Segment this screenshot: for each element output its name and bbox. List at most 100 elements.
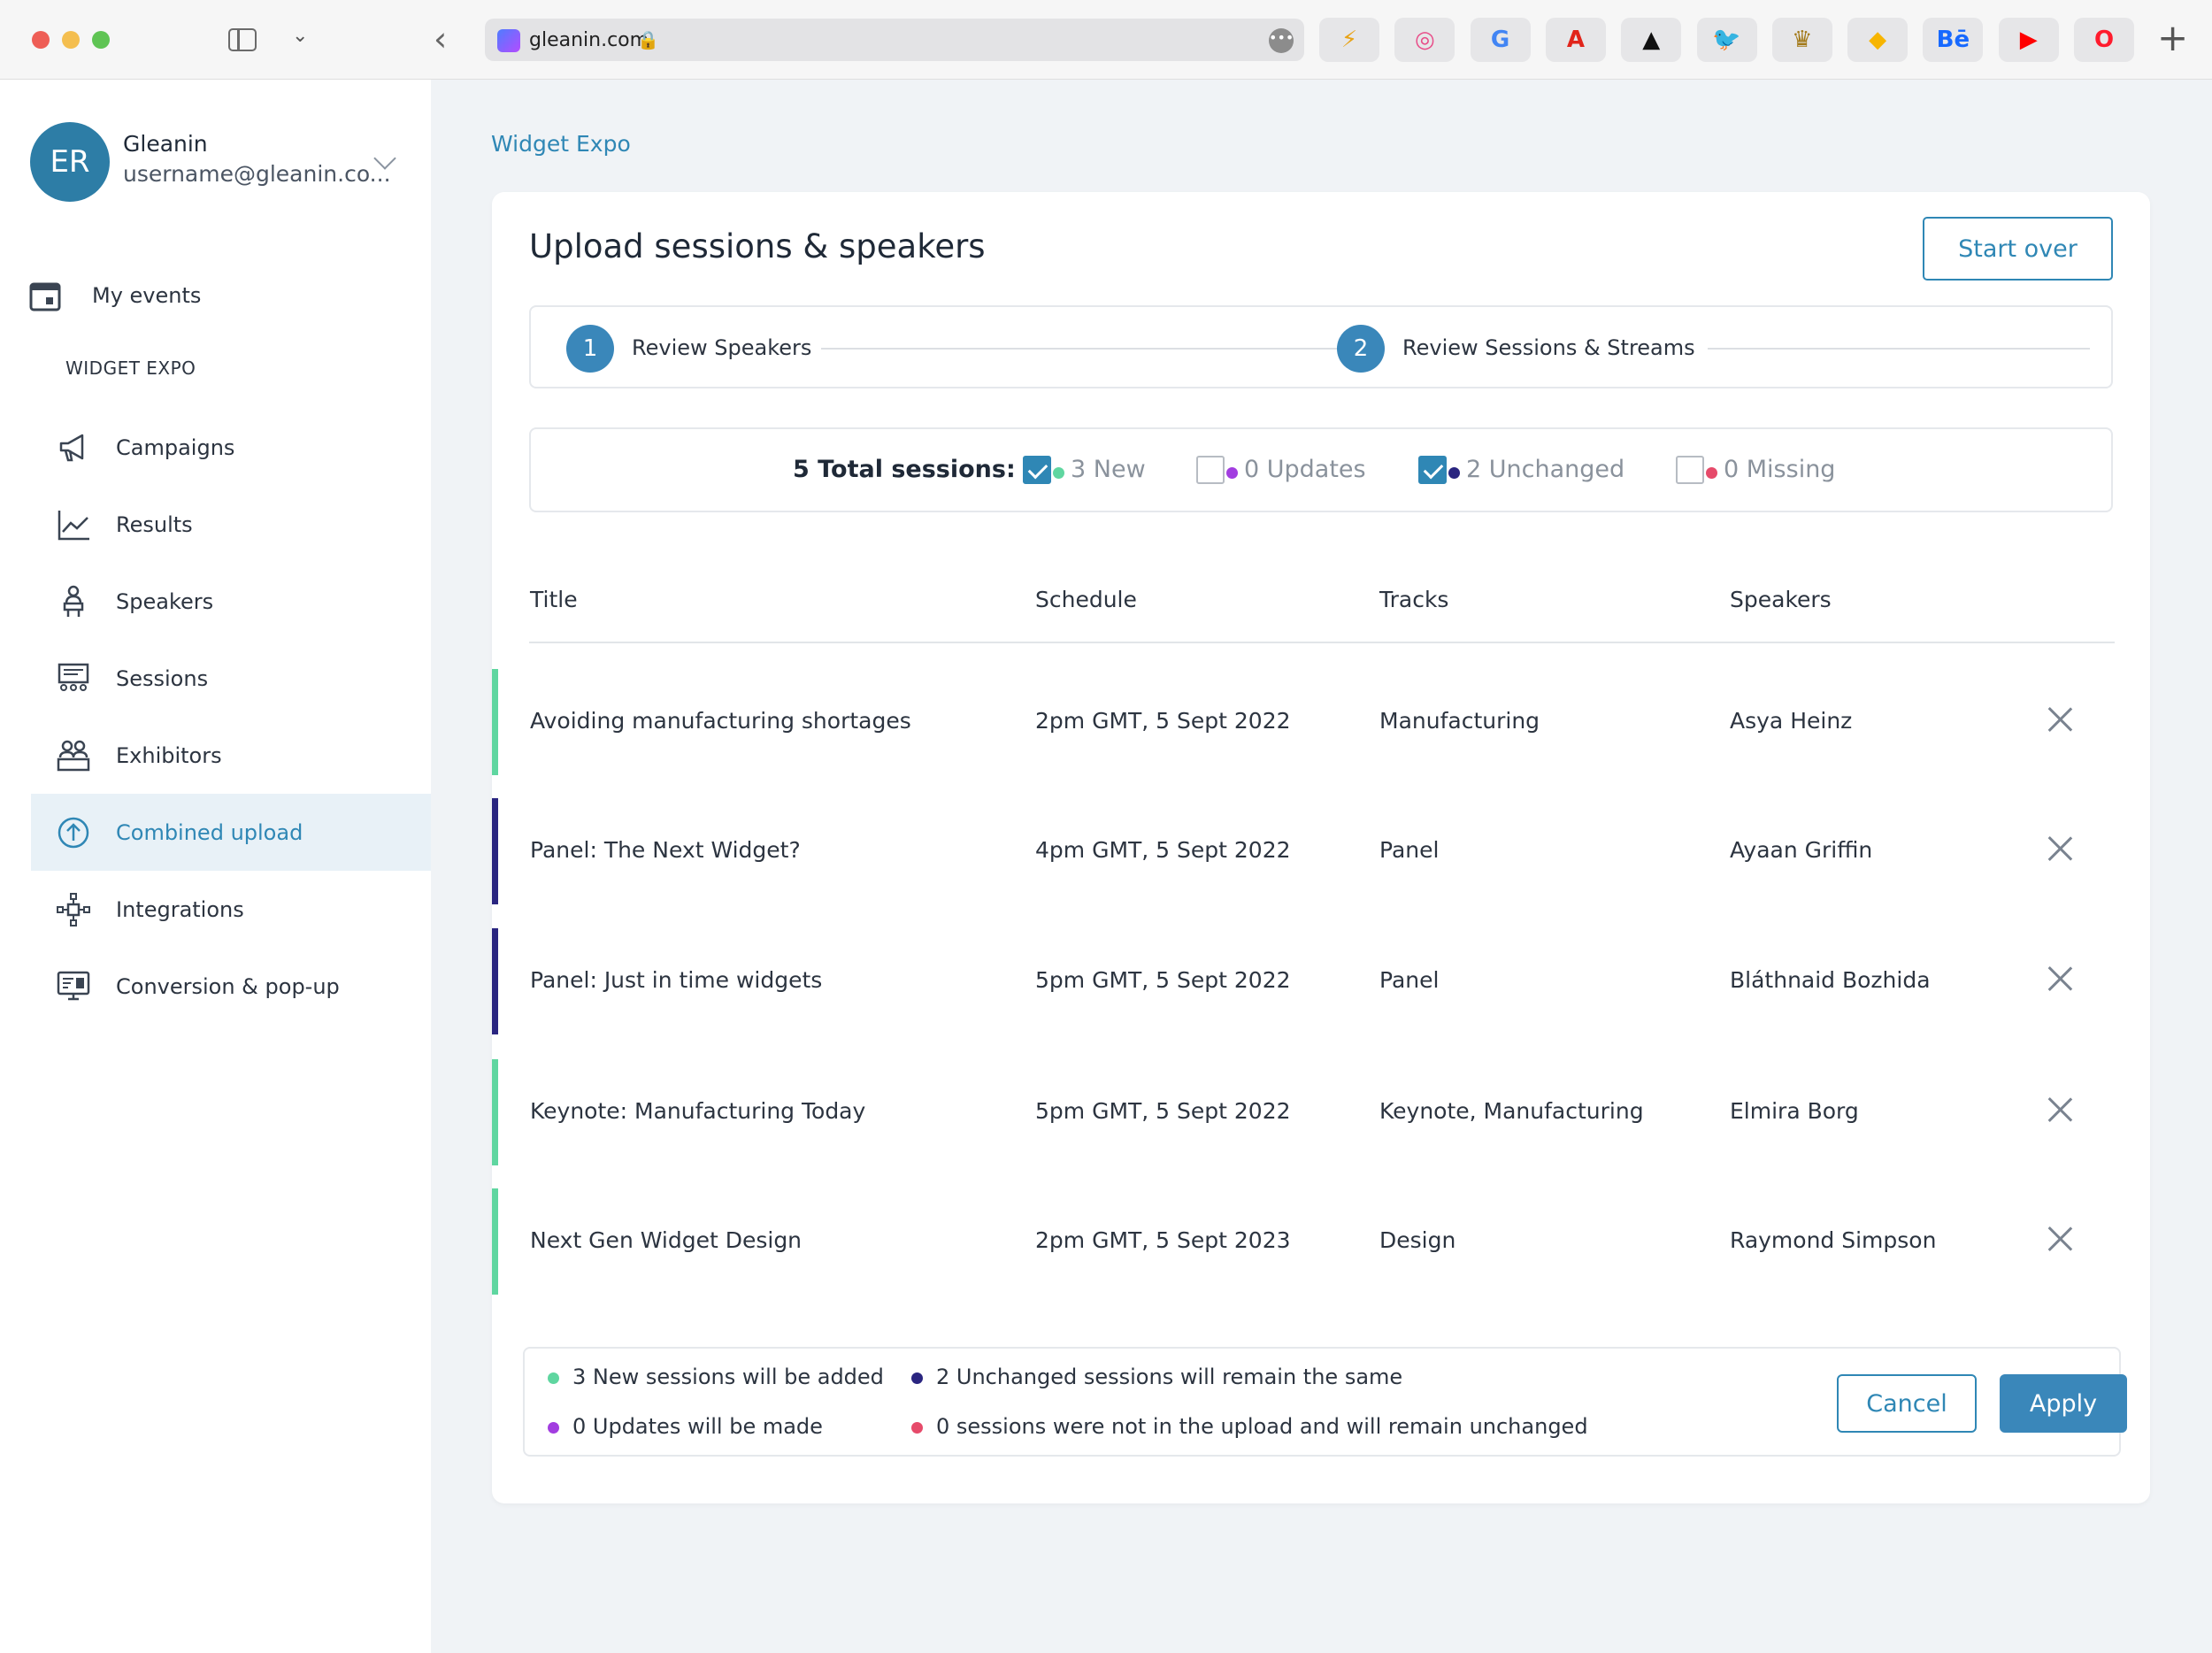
step-2-number: 2 [1337,325,1385,373]
sidebar-item-label: Results [116,511,193,537]
more-options-icon[interactable]: ••• [1269,28,1294,53]
table-row: Keynote: Manufacturing Today 5pm GMT, 5 S… [492,1059,2150,1165]
stepper: 1 Review Speakers 2 Review Sessions & St… [529,305,2113,388]
row-status-bar [492,1188,498,1295]
nav-my-events[interactable]: My events [28,278,201,313]
site-favicon-icon [497,29,520,52]
sidebar-item-speakers[interactable]: Speakers [31,563,431,640]
session-schedule: 2pm GMT, 5 Sept 2023 [1035,1227,1291,1253]
close-window-button[interactable] [32,31,50,49]
filter-missing-label[interactable]: 0 Missing [1724,456,1835,483]
sidebar-item-label: Combined upload [116,819,303,845]
sidebar-item-label: Conversion & pop-up [116,973,340,999]
speaker-icon [56,584,91,619]
breadcrumb[interactable]: Widget Expo [491,131,631,157]
chevron-down-icon[interactable]: ⌄ [292,25,308,47]
filter-missing-checkbox[interactable] [1676,456,1704,484]
chart-line-icon [56,507,91,542]
org-email: username@gleanin.co... [123,161,391,187]
summary-panel: 3 New sessions will be added 0 Updates w… [523,1347,2127,1457]
sidebar-item-exhibitors[interactable]: Exhibitors [31,717,431,794]
session-tracks: Manufacturing [1379,708,1540,734]
start-over-button[interactable]: Start over [1923,217,2113,281]
session-schedule: 5pm GMT, 5 Sept 2022 [1035,967,1291,993]
session-tracks: Panel [1379,967,1440,993]
remove-row-close-icon[interactable] [2046,705,2074,734]
google-icon[interactable]: G [1470,18,1531,62]
filter-new-checkbox[interactable] [1023,456,1051,484]
new-tab-plus-icon[interactable]: + [2157,16,2188,59]
crown-icon[interactable]: ♛ [1771,18,1832,62]
my-events-label: My events [92,283,202,308]
upload-icon [56,815,91,850]
filter-updates-label[interactable]: 0 Updates [1244,456,1366,483]
calendar-icon [29,282,61,311]
section-label: WIDGET EXPO [65,358,196,379]
remove-row-close-icon[interactable] [2046,834,2074,863]
cancel-button[interactable]: Cancel [1837,1374,1977,1433]
sidebar-item-sessions[interactable]: Sessions [31,640,431,717]
table-row: Panel: The Next Widget? 4pm GMT, 5 Sept 2… [492,798,2150,904]
remove-row-close-icon[interactable] [2046,1225,2074,1253]
column-header-tracks: Tracks [1379,587,1449,612]
behance-icon[interactable]: Bē [1923,18,1984,62]
remove-row-close-icon[interactable] [2046,1096,2074,1124]
sketch-icon[interactable]: ◆ [1847,18,1909,62]
row-status-bar [492,1059,498,1165]
updates-status-dot [548,1422,559,1434]
summary-unchanged: 2 Unchanged sessions will remain the sam… [936,1365,1403,1389]
missing-status-dot [911,1422,923,1434]
filter-unchanged-checkbox[interactable] [1418,456,1447,484]
filter-new-label[interactable]: 3 New [1071,456,1146,483]
back-arrow-icon[interactable]: ‹ [434,19,447,58]
megaphone-icon [56,430,91,465]
adobe-icon[interactable]: A [1545,18,1606,62]
integrations-icon [56,892,91,927]
sessions-icon [56,661,91,696]
sidebar-item-combined-upload[interactable]: Combined upload [31,794,431,871]
sidebar-item-conversion-popup[interactable]: Conversion & pop-up [31,948,431,1025]
dribbble-icon[interactable]: ◎ [1394,18,1455,62]
session-title: Avoiding manufacturing shortages [530,708,911,734]
session-tracks: Design [1379,1227,1456,1253]
youtube-icon[interactable]: ▶ [1998,18,2059,62]
monitor-icon [56,969,91,1004]
sidebar-item-label: Exhibitors [116,742,222,768]
session-speakers: Elmira Borg [1730,1098,1859,1124]
step-connector [1708,348,2090,350]
session-filter-bar: 5 Total sessions: 3 New 0 Updates 2 Unch… [529,427,2113,512]
sidebar-toggle-icon[interactable] [228,28,257,51]
maximize-window-button[interactable] [92,31,110,49]
sidebar-item-integrations[interactable]: Integrations [31,871,431,948]
page-title: Upload sessions & speakers [529,227,986,265]
remove-row-close-icon[interactable] [2046,965,2074,993]
step-1-number: 1 [566,325,614,373]
flash-icon[interactable]: ⚡ [1319,18,1379,62]
column-header-schedule: Schedule [1035,587,1137,612]
unchanged-status-dot [1448,467,1460,479]
sidebar-item-label: Speakers [116,588,214,614]
avatar[interactable]: ER [30,122,110,202]
session-title: Panel: The Next Widget? [530,837,801,863]
sidebar-item-campaigns[interactable]: Campaigns [31,409,431,486]
missing-status-dot [1706,467,1717,479]
minimize-window-button[interactable] [62,31,80,49]
column-header-speakers: Speakers [1730,587,1832,612]
session-schedule: 2pm GMT, 5 Sept 2022 [1035,708,1291,734]
unchanged-status-dot [911,1372,923,1384]
opera-icon[interactable]: O [2074,18,2134,62]
filter-unchanged-label[interactable]: 2 Unchanged [1466,456,1624,483]
exhibitors-icon [56,738,91,773]
column-header-title: Title [530,587,578,612]
sidebar-item-results[interactable]: Results [31,486,431,563]
twitter-icon[interactable]: 🐦 [1696,18,1757,62]
row-status-bar [492,928,498,1034]
apply-button[interactable]: Apply [2000,1374,2127,1433]
filter-updates-checkbox[interactable] [1196,456,1225,484]
session-speakers: Ayaan Griffin [1730,837,1873,863]
adidas-icon[interactable]: ▲ [1621,18,1682,62]
step-2-label: Review Sessions & Streams [1402,335,1695,360]
sidebar-item-label: Sessions [116,665,209,691]
step-connector [821,348,1338,350]
address-bar[interactable]: gleanin.com 🔒 ••• [485,19,1304,61]
